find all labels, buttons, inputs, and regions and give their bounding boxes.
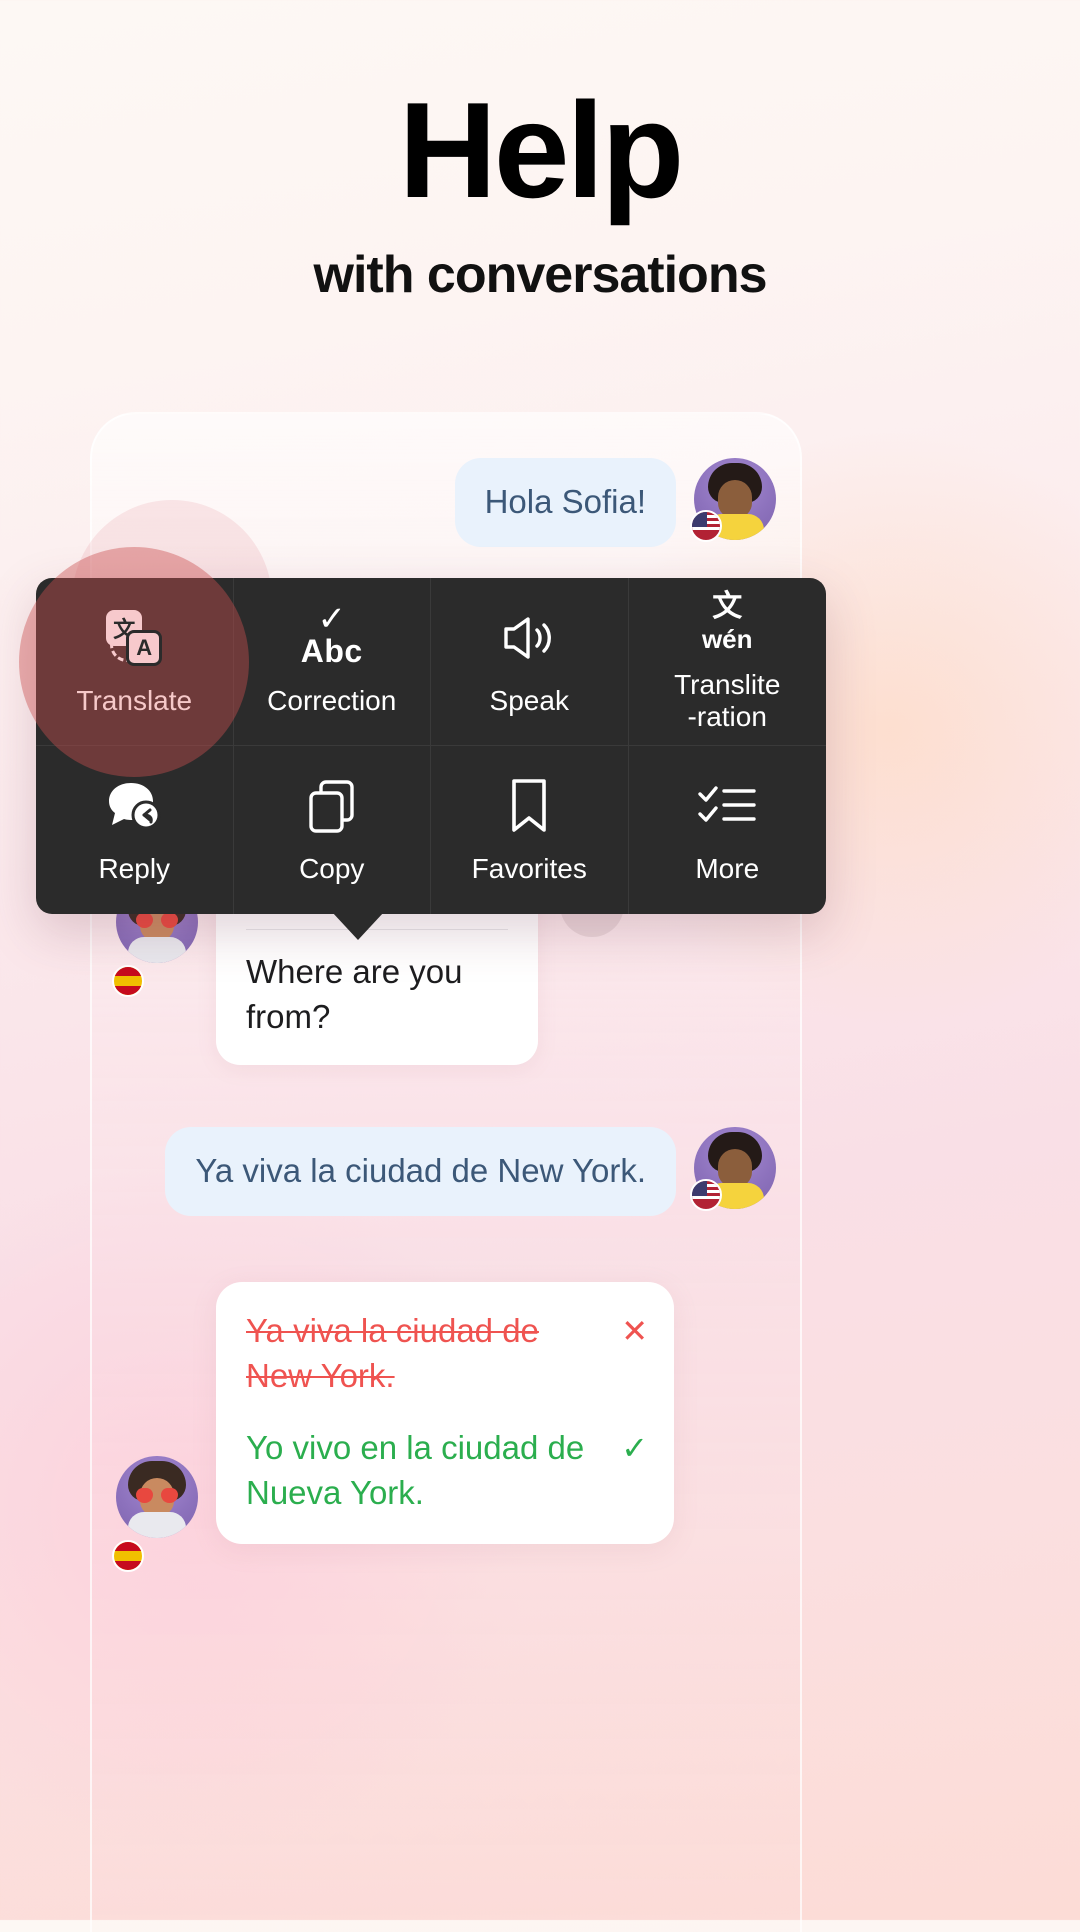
correction-wrong-text: Ya viva la ciudad de New York. — [246, 1311, 539, 1395]
page-subtitle: with conversations — [313, 246, 768, 305]
context-menu-item-translate[interactable]: 文 A Translate — [19, 546, 250, 777]
speaker-icon — [500, 607, 558, 669]
context-menu-item-speak[interactable]: Speak — [431, 578, 629, 746]
context-menu-item-reply[interactable]: Reply — [36, 746, 234, 914]
correction-right-line: Yo vivo en la ciudad de Nueva York. ✓ — [246, 1425, 648, 1516]
correction-wrong-line: Ya viva la ciudad de New York. ✕ — [246, 1308, 648, 1399]
chat-row-outgoing-2: Ya viva la ciudad de New York. — [92, 1127, 800, 1216]
correction-abc-icon: ✓ Abc — [300, 599, 363, 669]
heart-glasses-icon — [136, 912, 178, 929]
reject-correction-button[interactable]: ✕ — [602, 1308, 648, 1354]
avatar[interactable] — [690, 1127, 776, 1212]
avatar-body — [128, 936, 186, 963]
context-menu-label: Correction — [267, 684, 397, 716]
context-menu-label: Translate — [76, 684, 193, 716]
context-menu-item-favorites[interactable]: Favorites — [431, 746, 629, 914]
context-menu-label: Speak — [489, 684, 569, 716]
transliteration-wen-icon: 文 wén — [701, 590, 753, 655]
heart-glasses-icon — [136, 1487, 178, 1504]
us-flag-icon — [690, 510, 722, 542]
reply-bubble-icon — [105, 775, 163, 837]
page-title: Help — [398, 74, 685, 226]
more-list-icon — [696, 775, 758, 837]
avatar-head — [718, 480, 752, 518]
chat-bubble[interactable]: Hola Sofia! — [454, 458, 676, 547]
bookmark-icon — [507, 775, 551, 837]
avatar[interactable] — [690, 458, 776, 542]
hero-section: Help with conversations — [0, 0, 1080, 305]
context-menu-label: Reply — [98, 853, 171, 885]
chat-bubble[interactable]: Ya viva la ciudad de New York. — [165, 1127, 676, 1216]
context-menu-pointer — [332, 912, 384, 940]
context-menu-grid: 文 A Translate ✓ Abc Correction Speak 文 w… — [19, 546, 827, 914]
es-flag-icon — [112, 1539, 144, 1572]
context-menu-item-correction[interactable]: ✓ Abc Correction — [233, 578, 431, 746]
us-flag-icon — [690, 1179, 722, 1212]
es-flag-icon — [112, 964, 144, 997]
context-menu-label: More — [695, 853, 760, 885]
chat-row-correction: Ya viva la ciudad de New York. ✕ Yo vivo… — [92, 1281, 800, 1572]
avatar-head — [718, 1149, 752, 1188]
context-menu-label: Translite -ration — [674, 669, 781, 732]
correction-card[interactable]: Ya viva la ciudad de New York. ✕ Yo vivo… — [216, 1281, 674, 1544]
context-menu-item-transliteration[interactable]: 文 wén Translite -ration — [628, 578, 826, 746]
context-menu-label: Favorites — [471, 853, 587, 885]
correction-spacer — [246, 1399, 648, 1425]
avatar-face — [116, 1455, 198, 1538]
chat-bubble-translation-text: Where are you from? — [246, 953, 463, 1035]
message-context-menu: 文 A Translate ✓ Abc Correction Speak 文 w… — [19, 546, 827, 940]
context-menu-label: Copy — [299, 853, 365, 885]
translate-icon: 文 A — [106, 607, 163, 669]
context-menu-item-more[interactable]: More — [629, 746, 827, 914]
avatar[interactable] — [112, 1455, 198, 1572]
context-menu-item-copy[interactable]: Copy — [234, 746, 431, 914]
copy-icon — [305, 775, 359, 837]
avatar-body — [128, 1511, 186, 1538]
accept-correction-button[interactable]: ✓ — [602, 1425, 648, 1471]
correction-right-text: Yo vivo en la ciudad de Nueva York. — [246, 1428, 585, 1512]
